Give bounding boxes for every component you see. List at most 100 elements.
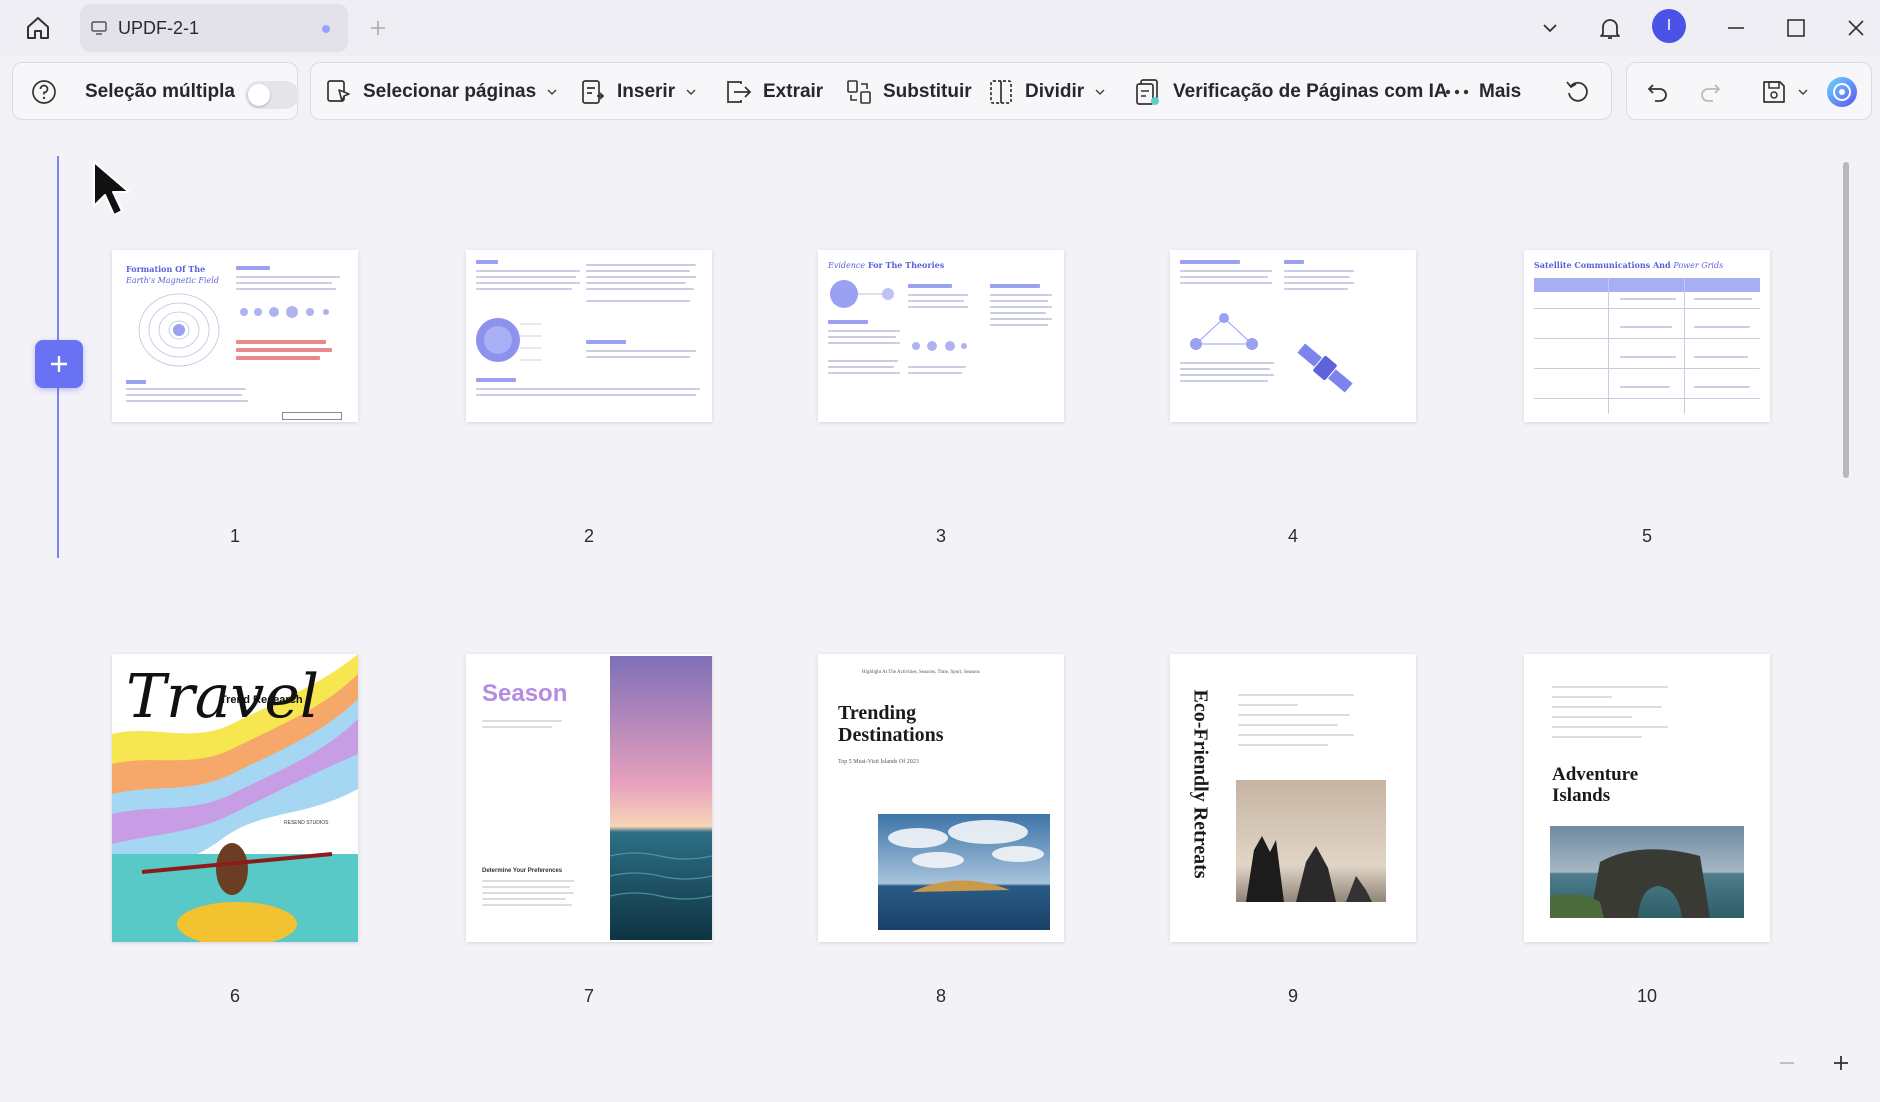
page-thumbnail-10[interactable]: Adventure Islands <box>1524 654 1770 942</box>
text-line <box>990 312 1046 314</box>
plus-icon <box>51 356 67 372</box>
ai-page-check-button[interactable]: Verificação de Páginas com IA <box>1133 63 1448 121</box>
page-thumbnail-4[interactable] <box>1170 250 1416 422</box>
page-number: 5 <box>1641 526 1652 546</box>
rotate-icon[interactable] <box>1559 73 1597 111</box>
replace-button[interactable]: Substituir <box>845 63 972 121</box>
text-line <box>1620 298 1676 300</box>
text-line <box>1552 736 1642 738</box>
text-line <box>1620 386 1670 388</box>
page-7-title: Season <box>482 680 568 707</box>
more-dots-icon <box>1445 89 1469 95</box>
multi-select-label: Seleção múltipla <box>85 81 235 102</box>
page-thumbnail-6[interactable]: Travel Trend Research RESEND STUDIOS <box>112 654 358 942</box>
avatar[interactable]: I <box>1652 9 1686 43</box>
page-thumbnail-5[interactable]: Satellite Communications And Power Grids <box>1524 250 1770 422</box>
page-6-byline: RESEND STUDIOS <box>284 820 329 826</box>
text-line <box>1552 726 1668 728</box>
chevron-down-icon[interactable] <box>1530 8 1570 48</box>
save-icon[interactable] <box>1755 73 1793 111</box>
replace-icon <box>847 80 871 104</box>
help-icon[interactable] <box>25 73 63 111</box>
text-line <box>1284 270 1354 272</box>
text-line <box>990 318 1052 320</box>
extract-label: Extrair <box>763 81 824 102</box>
text-line <box>1238 744 1328 746</box>
text-line <box>1238 734 1354 736</box>
redo-icon[interactable] <box>1691 73 1729 111</box>
text-line <box>476 394 696 396</box>
home-icon[interactable] <box>20 10 56 46</box>
page-6-subtitle: Trend Research <box>220 694 303 706</box>
table-divider <box>1684 278 1685 414</box>
planet-row-diagram <box>240 306 329 318</box>
text-line <box>236 276 340 278</box>
text-line <box>586 288 694 290</box>
text-line <box>482 726 552 728</box>
toggle-knob <box>248 84 270 106</box>
text-line <box>828 336 896 338</box>
more-label: Mais <box>1479 81 1522 102</box>
antenna-network-diagram <box>1190 313 1258 350</box>
insert-page-button[interactable] <box>35 340 83 388</box>
ai-assistant-icon[interactable] <box>1823 73 1861 111</box>
highlight <box>1180 260 1240 264</box>
text-line <box>586 282 686 284</box>
close-icon[interactable] <box>1836 8 1876 48</box>
text-line <box>1694 298 1752 300</box>
text-line <box>908 300 964 302</box>
text-line <box>126 388 246 390</box>
chevron-down-icon[interactable] <box>1791 73 1815 111</box>
text-line <box>482 880 574 882</box>
text-line <box>1694 326 1750 328</box>
text-line <box>1284 282 1354 284</box>
highlight <box>476 378 516 382</box>
split-button[interactable]: Dividir <box>987 63 1106 121</box>
text-line <box>1180 276 1268 278</box>
page-8-title: Trending Destinations <box>838 702 944 746</box>
split-icon <box>990 80 1012 104</box>
vertical-scrollbar[interactable] <box>1843 162 1849 478</box>
chevron-down-icon <box>686 89 696 96</box>
text-line <box>1180 270 1272 272</box>
new-tab-button[interactable] <box>364 14 392 42</box>
zoom-out-icon[interactable] <box>1774 1050 1800 1076</box>
text-line <box>586 300 690 302</box>
multi-select-toggle[interactable] <box>245 81 299 109</box>
text-line <box>126 394 242 396</box>
maximize-icon[interactable] <box>1776 8 1816 48</box>
text-line <box>908 366 966 368</box>
text-line <box>1284 288 1348 290</box>
page-1-title: Formation Of The <box>126 264 206 274</box>
document-tab[interactable]: UPDF-2-1 <box>80 4 348 52</box>
planet-diagram <box>476 318 542 362</box>
extract-button[interactable]: Extrair <box>723 63 823 121</box>
insert-button[interactable]: Inserir <box>579 63 697 121</box>
page-thumbnail-3[interactable]: Evidence For The Theories <box>818 250 1064 422</box>
page-thumbnail-7[interactable]: Season Determine Your Preferences <box>466 654 712 942</box>
page-thumbnail-1[interactable]: Formation Of The Earth's Magnetic Field <box>112 250 358 422</box>
text-line <box>126 400 248 402</box>
text-line <box>1180 362 1274 364</box>
text-line <box>1620 326 1672 328</box>
zoom-in-icon[interactable] <box>1828 1050 1854 1076</box>
undo-icon[interactable] <box>1639 73 1677 111</box>
select-pages-button[interactable]: Selecionar páginas <box>325 63 558 121</box>
text-line <box>828 360 898 362</box>
minimize-icon[interactable] <box>1716 8 1756 48</box>
more-button[interactable]: Mais <box>1445 63 1521 121</box>
text-line <box>482 892 574 894</box>
select-pages-label: Selecionar páginas <box>363 81 537 102</box>
bell-icon[interactable] <box>1590 8 1630 48</box>
table-header <box>1534 278 1760 292</box>
select-pages-icon <box>327 80 350 102</box>
text-line <box>1180 374 1274 376</box>
page-thumbnail-9[interactable]: Eco-Friendly Retreats <box>1170 654 1416 942</box>
page-thumbnail-2[interactable] <box>466 250 712 422</box>
page-5-title-text: Satellite Communications And <box>1534 260 1671 270</box>
page-number: 7 <box>583 986 594 1006</box>
page-thumbnail-8[interactable]: Highlight At The Activities, Seasons, Ti… <box>818 654 1064 942</box>
text-line <box>476 270 580 272</box>
page-number: 4 <box>1287 526 1298 546</box>
text-line <box>1552 706 1662 708</box>
